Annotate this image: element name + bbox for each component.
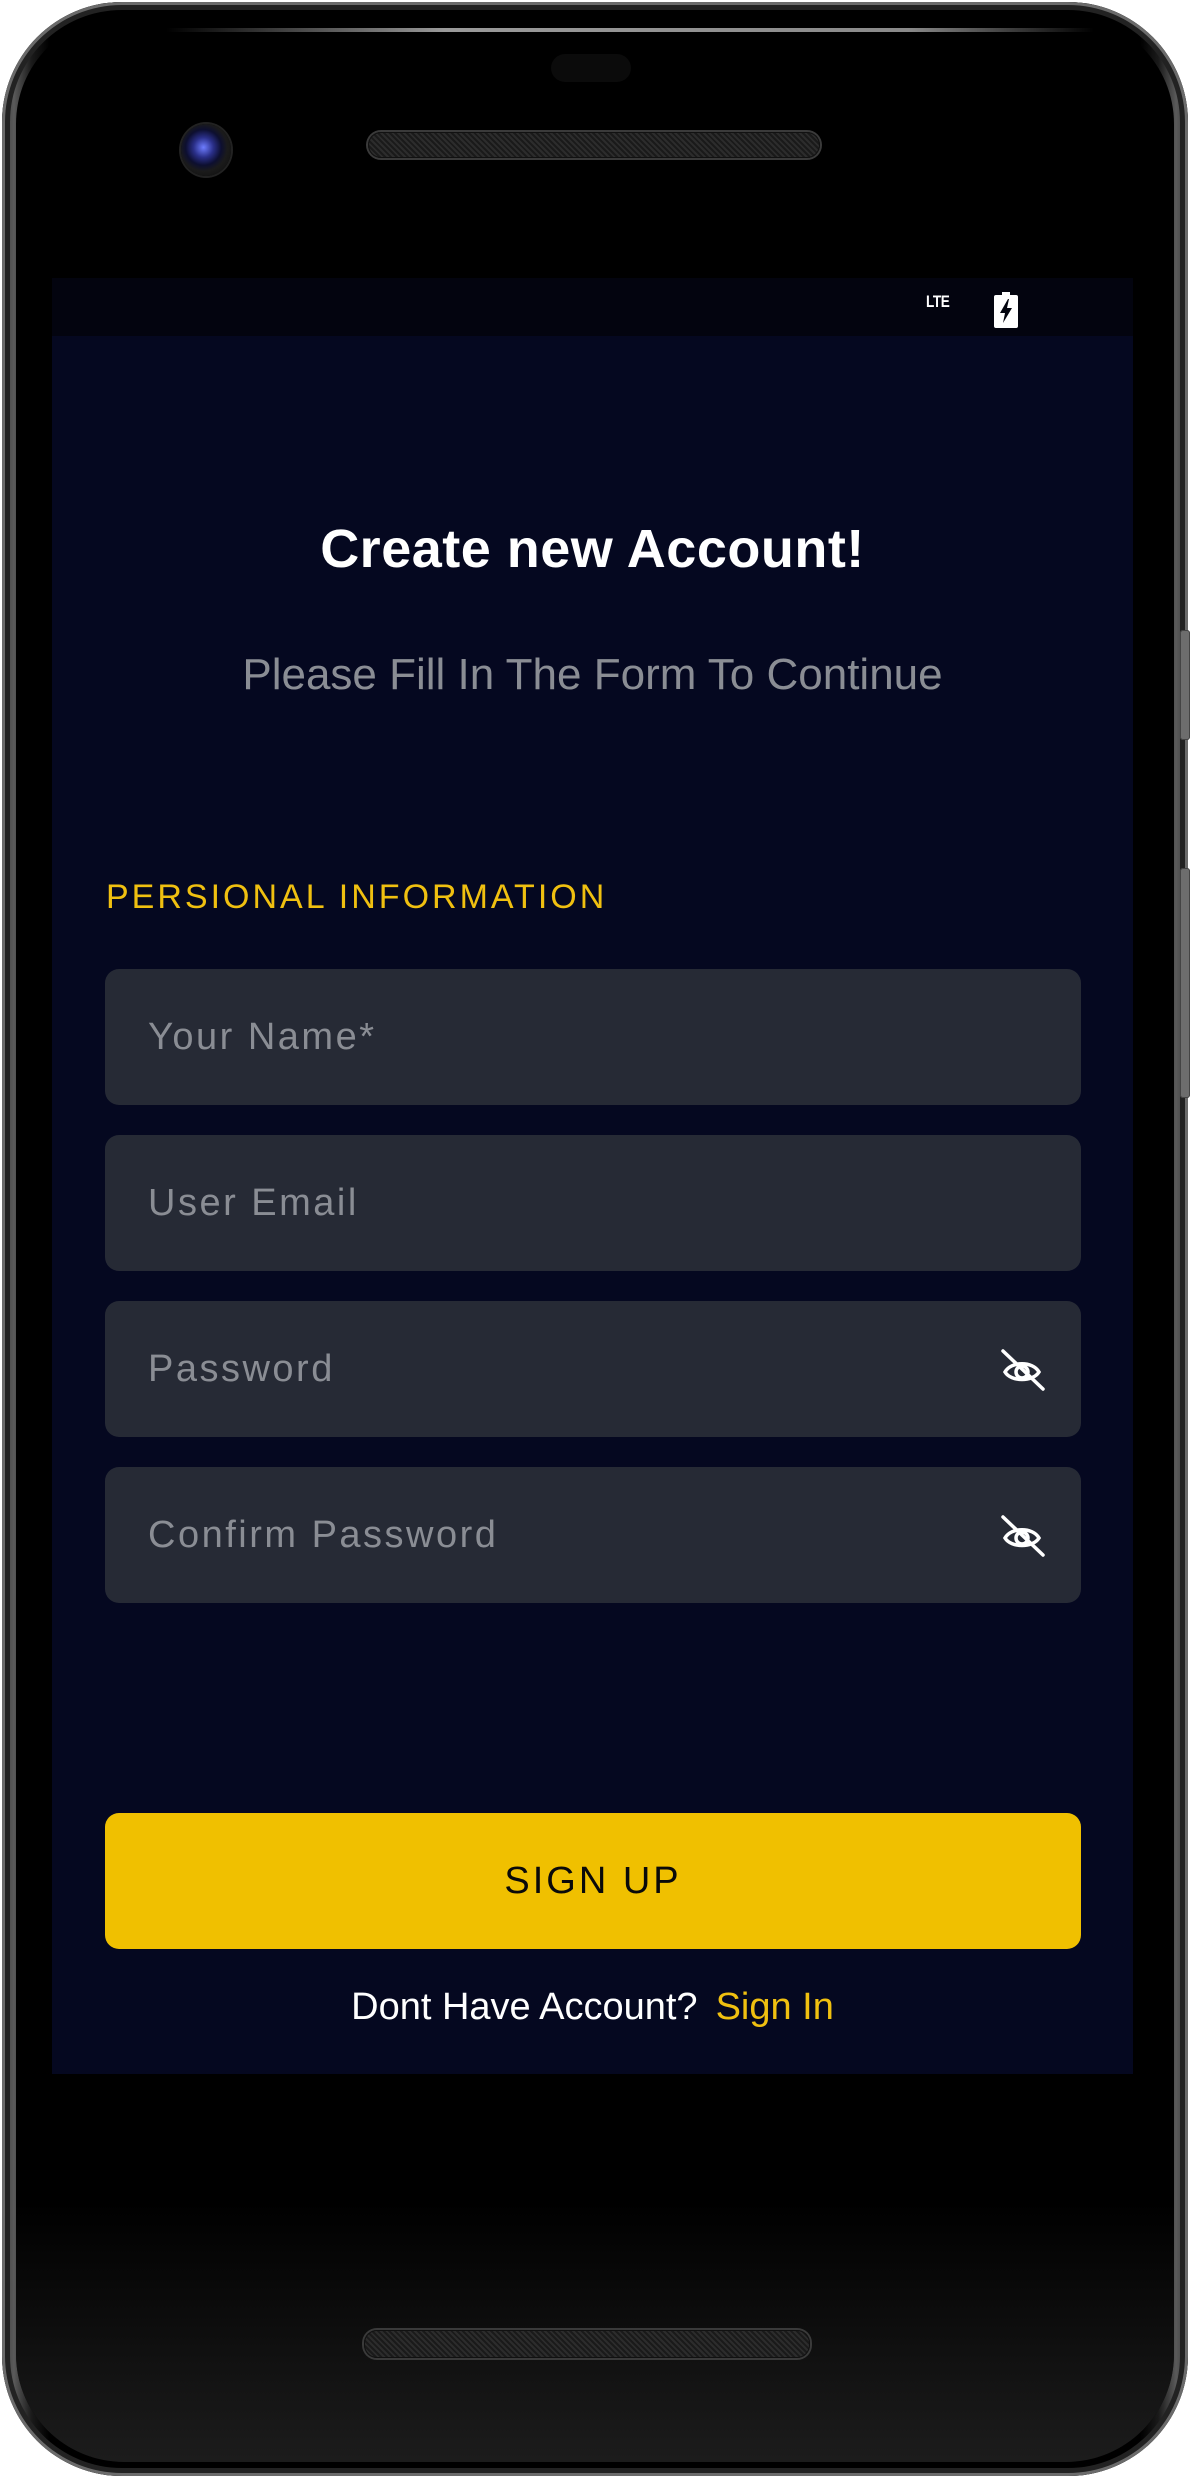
earpiece-speaker (368, 132, 820, 158)
sign-in-link[interactable]: Sign In (716, 1986, 834, 2028)
front-camera (181, 124, 231, 176)
section-label: PERSIONAL INFORMATION (106, 878, 608, 916)
page-title: Create new Account! (320, 519, 865, 579)
eye-off-icon[interactable] (997, 1345, 1047, 1395)
sign-in-prompt: Dont Have Account? Sign In (52, 1986, 1133, 2029)
page-subtitle: Please Fill In The Form To Continue (242, 650, 943, 699)
app-screen: LTE Create new Account! Please Fill In T… (52, 278, 1133, 2074)
confirm-password-field[interactable] (105, 1467, 1081, 1603)
bezel-highlight (166, 28, 1094, 32)
password-field[interactable] (105, 1301, 1081, 1437)
name-input[interactable] (105, 969, 1081, 1105)
proximity-sensor (551, 54, 631, 82)
password-input[interactable] (105, 1301, 1081, 1437)
email-input[interactable] (105, 1135, 1081, 1271)
sign-in-prompt-text: Dont Have Account? (351, 1986, 698, 2028)
confirm-password-input[interactable] (105, 1467, 1081, 1603)
status-bar: LTE (52, 278, 1133, 336)
eye-off-icon[interactable] (997, 1511, 1047, 1561)
name-field[interactable] (105, 969, 1081, 1105)
volume-button (1180, 868, 1190, 1098)
power-button (1180, 630, 1190, 740)
battery-charging-icon (994, 292, 1018, 328)
sign-up-button[interactable]: SIGN UP (105, 1813, 1081, 1949)
email-field[interactable] (105, 1135, 1081, 1271)
bottom-speaker (364, 2330, 810, 2358)
network-indicator: LTE (926, 292, 950, 311)
